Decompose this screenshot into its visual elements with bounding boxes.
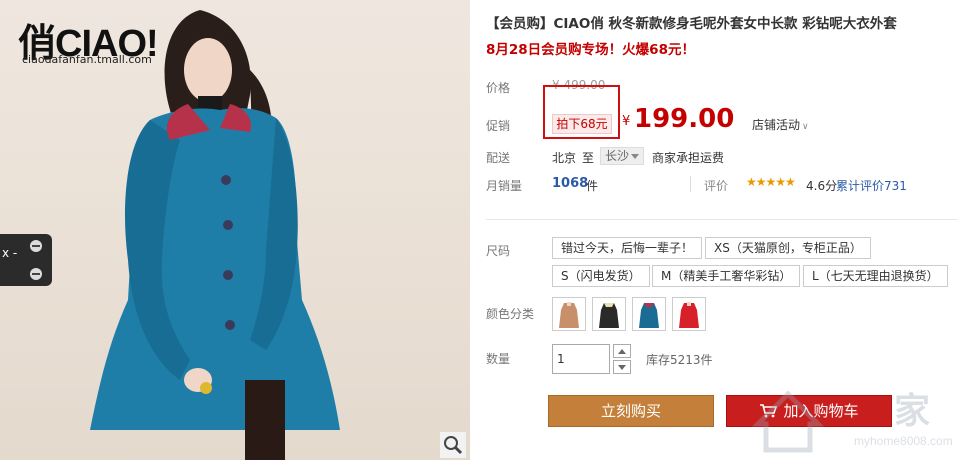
promo-highlight-box bbox=[543, 85, 620, 139]
shipping-note: 商家承担运费 bbox=[652, 151, 725, 165]
collapse-icon[interactable] bbox=[30, 240, 42, 252]
color-label: 颜色分类 bbox=[486, 307, 535, 321]
size-option[interactable]: L（七天无理由退换货） bbox=[803, 265, 948, 287]
city-select[interactable]: 长沙 bbox=[600, 147, 644, 165]
collapse-icon[interactable] bbox=[30, 268, 42, 280]
color-swatch-black[interactable] bbox=[592, 297, 626, 331]
stock-count: 库存5213件 bbox=[646, 353, 713, 367]
chevron-down-icon: ∨ bbox=[802, 122, 809, 132]
promo-price: 199.00 bbox=[634, 104, 735, 134]
dropdown-arrow-icon bbox=[631, 154, 639, 159]
monthly-sales-count: 1068 bbox=[552, 176, 589, 191]
model-photo bbox=[90, 10, 340, 460]
color-swatch-camel[interactable] bbox=[552, 297, 586, 331]
product-image[interactable]: 俏CIAO! ciaodafanfan.tmall.com bbox=[0, 0, 470, 460]
quantity-decrease-button[interactable] bbox=[613, 360, 631, 374]
product-page: 俏CIAO! ciaodafanfan.tmall.com x - 【会员购】C… bbox=[0, 0, 958, 460]
size-option[interactable]: S（闪电发货） bbox=[552, 265, 650, 287]
chevron-up-icon bbox=[618, 349, 626, 354]
color-swatch-red[interactable] bbox=[672, 297, 706, 331]
side-float-tab[interactable]: x - bbox=[0, 234, 52, 286]
rating-stars: ★★★★★ bbox=[746, 175, 796, 189]
quantity-input[interactable]: 1 bbox=[552, 344, 610, 374]
quantity-label: 数量 bbox=[486, 352, 511, 366]
promo-label: 促销 bbox=[486, 119, 511, 133]
section-divider bbox=[486, 219, 958, 220]
buy-now-button[interactable]: 立刻购买 bbox=[548, 395, 714, 427]
review-count-link[interactable]: 累计评价731 bbox=[836, 177, 907, 194]
size-label: 尺码 bbox=[486, 244, 511, 258]
quantity-increase-button[interactable] bbox=[613, 344, 631, 358]
divider bbox=[690, 176, 691, 192]
chevron-down-icon bbox=[618, 365, 626, 370]
store-activity-dropdown[interactable]: 店铺活动 ∨ bbox=[752, 116, 809, 133]
rating-label: 评价 bbox=[704, 179, 729, 193]
product-subtitle: 8月28日会员购专场！火爆68元！ bbox=[486, 42, 695, 58]
rating-score: 4.6分 bbox=[806, 179, 838, 193]
sales-unit: 件 bbox=[586, 179, 599, 193]
product-title: 【会员购】CIAO俏 秋冬新款修身毛呢外套女中长款 彩钻呢大衣外套 bbox=[486, 16, 897, 32]
store-activity-label: 店铺活动 bbox=[752, 118, 801, 132]
house-logo-icon bbox=[751, 390, 825, 453]
color-swatch-teal-blue[interactable] bbox=[632, 297, 666, 331]
buy-now-label: 立刻购买 bbox=[600, 402, 661, 420]
watermark-url: myhome8008.com bbox=[854, 434, 953, 448]
ship-to-word: 至 bbox=[582, 151, 595, 165]
watermark-brand: 家 bbox=[894, 390, 931, 431]
size-option[interactable]: XS（天猫原创，专柜正品） bbox=[705, 237, 871, 259]
city-select-value: 长沙 bbox=[605, 149, 630, 163]
monthly-sales-label: 月销量 bbox=[486, 179, 523, 193]
ship-from: 北京 bbox=[552, 151, 577, 165]
size-option[interactable]: 错过今天，后悔一辈子！ bbox=[552, 237, 703, 259]
size-option[interactable]: M（精美手工奢华彩钻） bbox=[652, 265, 801, 287]
shipping-label: 配送 bbox=[486, 151, 511, 165]
brand-url: ciaodafanfan.tmall.com bbox=[22, 53, 152, 66]
price-label: 价格 bbox=[486, 81, 511, 95]
site-watermark: 家 myhome8008.com bbox=[744, 380, 958, 460]
zoom-icon[interactable] bbox=[440, 432, 466, 458]
side-tab-label: x - bbox=[2, 246, 18, 260]
price-currency: ¥ bbox=[622, 114, 631, 129]
